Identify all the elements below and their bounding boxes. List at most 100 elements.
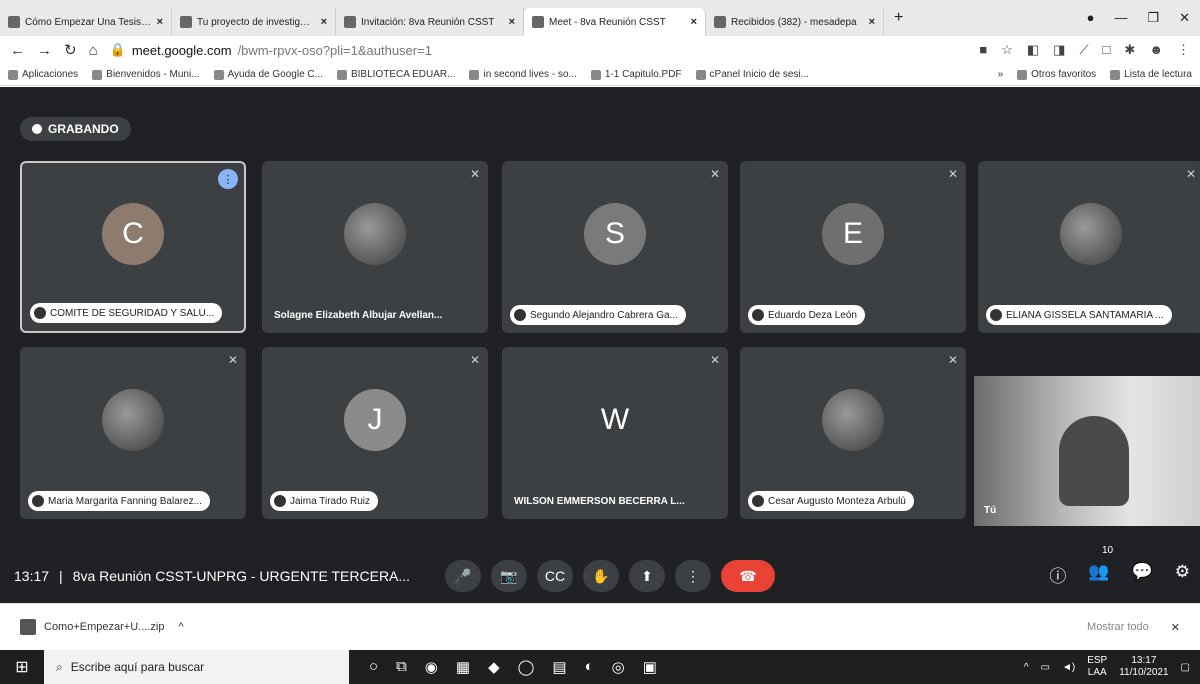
meeting-info[interactable]: 13:17 | 8va Reunión CSST-UNPRG - URGENTE… bbox=[14, 568, 410, 584]
reading-list[interactable]: Lista de lectura bbox=[1110, 69, 1192, 80]
more-options-button[interactable]: ⋮ bbox=[675, 560, 711, 592]
browser-tab[interactable]: Meet - 8va Reunión CSST × bbox=[524, 8, 706, 36]
taskbar-app-icon[interactable]: ▤ bbox=[552, 658, 566, 676]
bookmark-favicon-icon bbox=[213, 69, 224, 80]
participant-name-text: ELIANA GISSELA SANTAMARIA ... bbox=[1006, 309, 1164, 321]
activities-icon[interactable]: ⚙ bbox=[1175, 562, 1190, 587]
tab-close-icon[interactable]: × bbox=[321, 16, 327, 28]
bookmark-star-icon[interactable]: ☆ bbox=[1001, 42, 1013, 58]
task-view-icon[interactable]: ⧉ bbox=[396, 658, 407, 676]
taskbar-clock[interactable]: 13:17 11/10/2021 bbox=[1119, 655, 1168, 679]
browser-tab[interactable]: Cómo Empezar Una Tesis (1: × bbox=[0, 8, 172, 36]
bookmark-item[interactable]: Aplicaciones bbox=[8, 69, 78, 80]
taskbar-app-icon[interactable]: ▦ bbox=[456, 658, 470, 676]
new-tab-button[interactable]: + bbox=[884, 9, 913, 27]
participant-tile[interactable]: ✕ ELIANA GISSELA SANTAMARIA ... bbox=[978, 161, 1200, 333]
captions-button[interactable]: CC bbox=[537, 560, 573, 592]
participant-tile[interactable]: S ✕ Segundo Alejandro Cabrera Ga... bbox=[502, 161, 728, 333]
url-host: meet.google.com bbox=[131, 42, 232, 58]
forward-icon[interactable]: → bbox=[37, 42, 52, 59]
bookmark-item[interactable]: BIBLIOTECA EDUAR... bbox=[336, 69, 455, 80]
tab-close-icon[interactable]: × bbox=[869, 16, 875, 28]
participant-name-text: COMITÉ DE SEGURIDAD Y SALU... bbox=[50, 307, 215, 319]
browser-tab[interactable]: Recibidos (382) - mesadepa × bbox=[706, 8, 884, 36]
participant-tile[interactable]: ✕ Solagne Elizabeth Albujar Avellan... bbox=[262, 161, 488, 333]
tab-close-icon[interactable]: × bbox=[691, 16, 697, 28]
meeting-details-icon[interactable]: ⓘ bbox=[1049, 562, 1066, 587]
lang-bottom: LAA bbox=[1087, 667, 1107, 678]
download-item[interactable]: Como+Empezar+U....zip bbox=[44, 621, 164, 633]
home-icon[interactable]: ⌂ bbox=[89, 42, 98, 59]
profile-avatar-icon[interactable]: ☻ bbox=[1149, 42, 1163, 58]
taskbar-app-icon[interactable]: ◐ bbox=[585, 658, 594, 676]
menu-icon[interactable]: ⋮ bbox=[1177, 42, 1190, 58]
tray-chevron-icon[interactable]: ^ bbox=[1024, 662, 1029, 673]
taskbar-app-icon[interactable]: ◯ bbox=[518, 658, 535, 676]
chat-icon[interactable]: 💬 bbox=[1132, 562, 1153, 587]
participant-tile[interactable]: W ✕ WILSON EMMERSON BECERRA L... bbox=[502, 347, 728, 519]
windows-start-button[interactable]: ⊞ bbox=[0, 650, 44, 684]
present-button[interactable]: ⬆ bbox=[629, 560, 665, 592]
browser-tab[interactable]: Invitación: 8va Reunión CSST × bbox=[336, 8, 524, 36]
extension-icon[interactable]: ◨ bbox=[1053, 42, 1065, 58]
raise-hand-button[interactable]: ✋ bbox=[583, 560, 619, 592]
extension-icon[interactable]: ◧ bbox=[1027, 42, 1039, 58]
taskbar-app-icon[interactable]: ◉ bbox=[425, 658, 438, 676]
participant-tile[interactable]: ✕ Maria Margarita Fanning Balarez... bbox=[20, 347, 246, 519]
tab-close-icon[interactable]: × bbox=[509, 16, 515, 28]
extension-icon[interactable]: □ bbox=[1103, 42, 1111, 58]
taskbar-app-icon[interactable]: ◆ bbox=[488, 658, 500, 676]
participant-name-text: Solagne Elizabeth Albujar Avellan... bbox=[274, 309, 443, 321]
bookmark-label: cPanel Inicio de sesi... bbox=[709, 69, 810, 80]
close-shelf-button[interactable]: ✕ bbox=[1171, 621, 1180, 634]
bookmark-item[interactable]: cPanel Inicio de sesi... bbox=[695, 69, 810, 80]
notifications-icon[interactable]: ▢ bbox=[1181, 662, 1190, 673]
tab-favicon-icon bbox=[344, 16, 356, 28]
extensions-puzzle-icon[interactable]: ✱ bbox=[1124, 42, 1135, 58]
participant-tile[interactable]: E ✕ Eduardo Deza León bbox=[740, 161, 966, 333]
leave-call-button[interactable]: ☎ bbox=[721, 560, 775, 592]
show-all-downloads[interactable]: Mostrar todo bbox=[1087, 621, 1149, 633]
back-icon[interactable]: ← bbox=[10, 42, 25, 59]
mic-button[interactable]: 🎤 bbox=[445, 560, 481, 592]
participants-count-badge: 10 bbox=[1102, 545, 1114, 556]
mic-muted-icon: ✕ bbox=[469, 167, 480, 181]
bookmark-item[interactable]: 1-1 Capitulo.PDF bbox=[590, 69, 682, 80]
language-indicator[interactable]: ESP LAA bbox=[1087, 655, 1107, 679]
camera-indicator-icon[interactable]: ■ bbox=[979, 42, 987, 58]
tab-favicon-icon bbox=[8, 16, 20, 28]
participants-icon[interactable]: 👥 bbox=[1088, 562, 1109, 587]
bookmark-item[interactable]: Bienvenidos - Muni... bbox=[92, 69, 200, 80]
download-options-caret[interactable]: ^ bbox=[178, 621, 183, 633]
extension-icon[interactable]: ⟋ bbox=[1079, 42, 1088, 58]
browser-tab[interactable]: Tu proyecto de investigación: × bbox=[172, 8, 336, 36]
self-video-tile[interactable]: Tú bbox=[974, 376, 1200, 526]
bookmark-label: Aplicaciones bbox=[22, 69, 79, 80]
cortana-icon[interactable]: ○ bbox=[369, 658, 378, 676]
bookmarks-more[interactable]: » bbox=[998, 69, 1004, 80]
network-icon[interactable]: ▭ bbox=[1041, 662, 1050, 673]
minimize-button[interactable]: — bbox=[1114, 10, 1127, 26]
chrome-icon[interactable]: ◎ bbox=[612, 658, 625, 676]
tab-close-icon[interactable]: × bbox=[157, 16, 163, 28]
participant-tile[interactable]: ✕ Cesar Augusto Monteza Arbulú bbox=[740, 347, 966, 519]
bookmark-item[interactable]: in second lives - so... bbox=[469, 69, 577, 80]
other-favorites[interactable]: Otros favoritos bbox=[1017, 69, 1096, 80]
pin-icon bbox=[34, 307, 46, 319]
participant-tile[interactable]: J ✕ Jaima Tirado Ruiz bbox=[262, 347, 488, 519]
address-bar[interactable]: 🔒 meet.google.com/bwm-rpvx-oso?pli=1&aut… bbox=[110, 42, 432, 58]
taskbar-app-icon[interactable]: ▣ bbox=[643, 658, 657, 676]
participant-tile[interactable]: C ⋮ COMITÉ DE SEGURIDAD Y SALU... bbox=[20, 161, 246, 333]
close-window-button[interactable]: ✕ bbox=[1179, 10, 1190, 26]
url-path: /bwm-rpvx-oso?pli=1&authuser=1 bbox=[237, 42, 432, 58]
volume-icon[interactable]: ◄) bbox=[1062, 662, 1075, 673]
taskbar-search[interactable]: ⌕ Escribe aquí para buscar bbox=[44, 650, 349, 684]
tab-title: Tu proyecto de investigación: bbox=[197, 16, 316, 28]
other-favorites-label: Otros favoritos bbox=[1031, 69, 1097, 80]
maximize-button[interactable]: ❐ bbox=[1147, 10, 1159, 26]
camera-button[interactable]: 📷 bbox=[491, 560, 527, 592]
profile-icon[interactable]: ● bbox=[1087, 10, 1095, 26]
reload-icon[interactable]: ↻ bbox=[64, 41, 77, 59]
browser-toolbar: ← → ↻ ⌂ 🔒 meet.google.com/bwm-rpvx-oso?p… bbox=[0, 36, 1200, 64]
bookmark-item[interactable]: Ayuda de Google C... bbox=[213, 69, 323, 80]
